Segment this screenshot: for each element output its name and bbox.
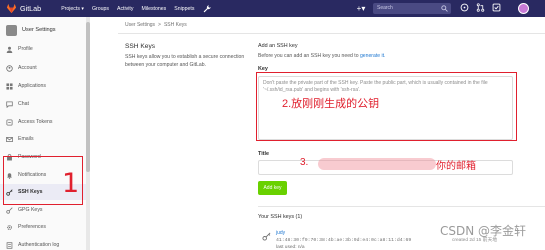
- annotation-step-2: 2.放刚刚生成的公钥: [282, 98, 380, 110]
- sidebar-item-applications[interactable]: Applications: [0, 78, 86, 94]
- breadcrumb-parent[interactable]: User Settings: [125, 22, 155, 28]
- search-placeholder: Search: [377, 5, 393, 11]
- ssh-key-name[interactable]: judy: [276, 230, 285, 236]
- breadcrumb-current[interactable]: SSH Keys: [164, 22, 187, 28]
- user-avatar[interactable]: [518, 3, 529, 14]
- sidebar-item-label: Account: [18, 65, 37, 71]
- nav-groups[interactable]: Groups: [92, 6, 109, 12]
- gitlab-logo-icon: [6, 3, 17, 14]
- nav-activity[interactable]: Activity: [117, 6, 133, 12]
- key-icon: [262, 232, 271, 241]
- add-key-description-text: Before you can add an SSH key you need t…: [258, 53, 360, 59]
- ssh-key-last-used: last used: n/a: [276, 245, 305, 250]
- annotation-step-3-prefix: 3.: [300, 157, 309, 168]
- chat-icon: [6, 100, 13, 108]
- todo-icon[interactable]: [492, 3, 501, 12]
- sidebar-item-preferences[interactable]: Preferences: [0, 219, 86, 235]
- sidebar-item-label: Emails: [18, 136, 34, 142]
- sidebar-item-label: GPG Keys: [18, 207, 43, 213]
- page-title: SSH Keys: [125, 43, 156, 50]
- nav-milestones[interactable]: Milestones: [141, 6, 166, 12]
- plus-icon[interactable]: +▾: [352, 3, 370, 14]
- emails-icon: [6, 136, 13, 142]
- sidebar-title: User Settings: [22, 27, 56, 33]
- add-key-description: Before you can add an SSH key you need t…: [258, 53, 385, 59]
- wrench-icon[interactable]: [203, 4, 212, 13]
- gpg-key-icon: [6, 206, 13, 214]
- sidebar-item-chat[interactable]: Chat: [0, 96, 86, 112]
- sidebar-item-label: Profile: [18, 46, 33, 52]
- breadcrumb-separator: >: [158, 22, 161, 28]
- sidebar-item-access-tokens[interactable]: Access Tokens: [0, 114, 86, 130]
- preferences-icon: [7, 224, 12, 230]
- sidebar-item-label: Chat: [18, 101, 29, 107]
- redacted-email-smear: [318, 158, 436, 170]
- brand-name: GitLab: [20, 4, 42, 13]
- annotation-step-3-suffix: 你的邮箱: [436, 161, 476, 172]
- add-key-button[interactable]: Add key: [258, 181, 287, 195]
- settings-sidebar: User Settings Profile Account Applicatio…: [0, 17, 90, 250]
- form-divider: [258, 206, 545, 207]
- search-icon: [441, 5, 448, 12]
- issues-icon[interactable]: [460, 3, 469, 12]
- nav-snippets[interactable]: Snippets: [174, 6, 194, 12]
- access-tokens-icon: [6, 118, 13, 126]
- search-input[interactable]: Search: [373, 3, 451, 14]
- breadcrumb-divider: [118, 33, 545, 34]
- profile-icon: [6, 46, 13, 53]
- nav-projects[interactable]: Projects ▾: [61, 6, 84, 12]
- sidebar-scrollbar-thumb[interactable]: [86, 22, 90, 172]
- sidebar-avatar: [6, 24, 17, 36]
- annotation-step-1: 1: [62, 168, 80, 199]
- sidebar-item-profile[interactable]: Profile: [0, 41, 86, 57]
- generate-it-link[interactable]: generate it.: [360, 53, 386, 59]
- title-field-label: Title: [258, 151, 269, 157]
- sidebar-header[interactable]: User Settings: [0, 21, 86, 39]
- page-description: SSH keys allow you to establish a secure…: [125, 54, 245, 68]
- csdn-watermark: CSDN @李金轩: [440, 224, 527, 238]
- sidebar-item-account[interactable]: Account: [0, 60, 86, 76]
- auth-log-icon: [6, 241, 13, 249]
- navbar-icon-group: [460, 3, 508, 12]
- your-ssh-keys-heading: Your SSH keys (1): [258, 214, 303, 220]
- sidebar-item-label: Authentication log: [18, 242, 60, 248]
- gitlab-brand[interactable]: GitLab: [6, 3, 41, 14]
- applications-icon: [6, 82, 13, 90]
- breadcrumb: User Settings > SSH Keys: [125, 22, 187, 28]
- add-key-heading: Add an SSH key: [258, 43, 298, 49]
- merge-request-icon[interactable]: [476, 3, 485, 12]
- new-item-dropdown[interactable]: +▾: [352, 3, 370, 14]
- ssh-key-fingerprint: 41:48:30:f9:70:38:4b:ae:3b:9d:e4:0c:a8:1…: [276, 238, 412, 243]
- sidebar-item-emails[interactable]: Emails: [0, 131, 86, 147]
- sidebar-item-label: Applications: [18, 83, 46, 89]
- sidebar-item-label: Access Tokens: [18, 119, 53, 125]
- account-icon: [6, 64, 13, 72]
- sidebar-item-label: Preferences: [18, 224, 46, 230]
- sidebar-item-authentication-log[interactable]: Authentication log: [0, 237, 86, 250]
